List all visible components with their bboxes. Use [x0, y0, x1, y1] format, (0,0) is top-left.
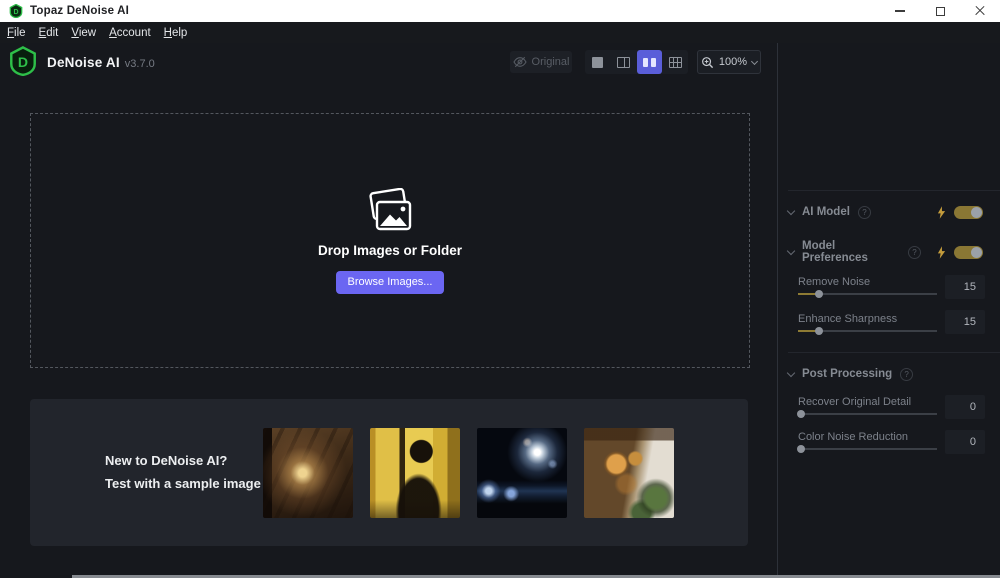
slider-knob[interactable] — [797, 445, 805, 453]
toggle-knob — [971, 207, 982, 218]
maximize-button[interactable] — [920, 0, 960, 22]
side-by-side-view-icon — [643, 58, 656, 67]
single-view-icon — [592, 57, 603, 68]
view-mode-group — [585, 50, 688, 74]
minimize-icon — [895, 10, 905, 11]
sample-thumbnail-4[interactable] — [584, 428, 674, 518]
dropzone-title: Drop Images or Folder — [318, 243, 462, 258]
sample-heading-line2: Test with a sample image — [105, 472, 261, 495]
model-preferences-toggle[interactable] — [954, 246, 983, 259]
section-model-preferences[interactable]: Model Preferences ? — [778, 241, 1000, 263]
show-original-button[interactable]: Original — [510, 51, 572, 73]
sample-heading-line1: New to DeNoise AI? — [105, 449, 261, 472]
sample-images-panel: New to DeNoise AI? Test with a sample im… — [30, 399, 748, 546]
app-name: DeNoise AI — [47, 55, 120, 70]
slider-label: Recover Original Detail — [798, 396, 937, 408]
sample-thumbnail-2[interactable] — [370, 428, 460, 518]
denoise-shield-logo: D — [8, 46, 38, 81]
svg-text:D: D — [18, 54, 28, 70]
menubar: File Edit View Account Help — [0, 22, 1000, 43]
eye-off-icon — [513, 56, 527, 68]
menu-file[interactable]: File — [7, 27, 26, 39]
comparison-view-icon — [669, 57, 682, 68]
maximize-icon — [936, 7, 945, 16]
zoom-level: 100% — [719, 56, 747, 68]
single-view-button[interactable] — [585, 50, 611, 74]
settings-sidebar: AI Model ? Model Preferences ? Remove No… — [778, 43, 1000, 578]
browse-images-button[interactable]: Browse Images... — [336, 271, 444, 294]
recover-original-detail-value[interactable]: 0 — [945, 395, 985, 419]
help-icon[interactable]: ? — [900, 368, 913, 381]
sidebar-separator — [788, 190, 1000, 191]
sample-panel-heading: New to DeNoise AI? Test with a sample im… — [105, 449, 261, 495]
chevron-down-icon — [787, 206, 795, 214]
sample-thumbnail-3[interactable] — [477, 428, 567, 518]
slider-knob[interactable] — [815, 327, 823, 335]
lightning-bolt-icon — [937, 206, 946, 219]
menu-help[interactable]: Help — [164, 27, 188, 39]
toggle-knob — [971, 247, 982, 258]
color-noise-reduction-slider: Color Noise Reduction — [798, 431, 937, 450]
slider-track[interactable] — [798, 293, 937, 295]
slider-knob[interactable] — [815, 290, 823, 298]
close-icon — [975, 6, 985, 16]
lightning-bolt-icon — [937, 246, 946, 259]
split-view-icon — [617, 57, 630, 68]
chevron-down-icon — [787, 246, 795, 254]
section-title: Model Preferences — [802, 240, 900, 264]
slider-knob[interactable] — [797, 410, 805, 418]
section-ai-model[interactable]: AI Model ? — [778, 201, 1000, 223]
slider-label: Enhance Sharpness — [798, 313, 937, 325]
sidebar-separator — [788, 352, 1000, 353]
image-drop-zone[interactable]: Drop Images or Folder Browse Images... — [30, 113, 750, 368]
menu-account[interactable]: Account — [109, 27, 151, 39]
window-title: Topaz DeNoise AI — [30, 5, 129, 17]
sample-thumbnail-1[interactable] — [263, 428, 353, 518]
titlebar: D Topaz DeNoise AI — [0, 0, 1000, 22]
slider-label: Color Noise Reduction — [798, 431, 937, 443]
zoom-in-magnifier-icon — [701, 56, 714, 69]
menu-edit[interactable]: Edit — [39, 27, 59, 39]
help-icon[interactable]: ? — [908, 246, 921, 259]
side-by-side-view-button[interactable] — [637, 50, 663, 74]
app-version: v3.7.0 — [125, 58, 155, 70]
app-shield-icon: D — [9, 4, 23, 18]
slider-track[interactable] — [798, 330, 937, 332]
close-button[interactable] — [960, 0, 1000, 22]
minimize-button[interactable] — [880, 0, 920, 22]
menu-view[interactable]: View — [71, 27, 96, 39]
remove-noise-value[interactable]: 15 — [945, 275, 985, 299]
split-view-button[interactable] — [611, 50, 637, 74]
chevron-down-icon — [787, 368, 795, 376]
enhance-sharpness-slider: Enhance Sharpness — [798, 313, 937, 332]
chevron-down-icon — [751, 57, 758, 64]
slider-track[interactable] — [798, 448, 937, 450]
svg-text:D: D — [13, 9, 18, 16]
help-icon[interactable]: ? — [858, 206, 871, 219]
color-noise-reduction-value[interactable]: 0 — [945, 430, 985, 454]
enhance-sharpness-value[interactable]: 15 — [945, 310, 985, 334]
zoom-control[interactable]: 100% — [697, 50, 761, 74]
brand: DeNoise AI v3.7.0 — [47, 55, 155, 70]
photo-stack-icon — [364, 188, 416, 234]
slider-label: Remove Noise — [798, 276, 937, 288]
original-label: Original — [532, 56, 570, 68]
slider-track[interactable] — [798, 413, 937, 415]
section-post-processing[interactable]: Post Processing ? — [778, 363, 1000, 385]
section-title: AI Model — [802, 206, 850, 218]
section-title: Post Processing — [802, 368, 892, 380]
ai-model-toggle[interactable] — [954, 206, 983, 219]
remove-noise-slider: Remove Noise — [798, 276, 937, 295]
recover-original-detail-slider: Recover Original Detail — [798, 396, 937, 415]
comparison-view-button[interactable] — [662, 50, 688, 74]
